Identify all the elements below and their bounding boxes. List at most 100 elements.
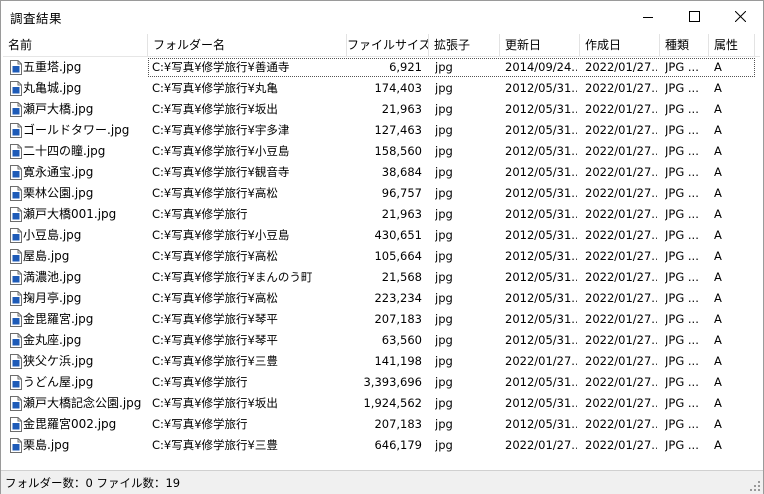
close-icon <box>734 11 746 22</box>
updated-date: 2012/05/31... <box>505 123 577 137</box>
updated-date: 2012/05/31... <box>505 312 577 326</box>
results-window: 調査結果 名前 フォルダー名 ファイルサイズ 拡張子 更新日 作成日 種類 属性… <box>0 0 764 494</box>
file-type: JPG ... <box>665 312 699 326</box>
file-extension: jpg <box>435 333 453 347</box>
table-row[interactable]: うどん屋.jpg C:¥写真¥修学旅行 3,393,696 jpg 2012/05/31… <box>3 372 760 393</box>
image-file-icon <box>10 144 22 159</box>
column-header-name[interactable]: 名前 <box>3 34 148 56</box>
created-date: 2022/01/27... <box>585 207 657 221</box>
updated-date: 2012/05/31... <box>505 165 577 179</box>
file-type: JPG ... <box>665 438 699 452</box>
file-size: 21,568 <box>381 270 422 284</box>
table-row[interactable]: ゴールドタワー.jpg C:¥写真¥修学旅行¥宇多津 127,463 jpg 2012/… <box>3 120 760 141</box>
file-extension: jpg <box>435 291 453 305</box>
title-bar[interactable]: 調査結果 <box>1 1 763 32</box>
table-row[interactable]: 屋島.jpg C:¥写真¥修学旅行¥高松 105,664 jpg 2012/05/31.… <box>3 246 760 267</box>
column-header-ext[interactable]: 拡張子 <box>429 34 500 56</box>
column-header-type[interactable]: 種類 <box>660 34 709 56</box>
file-attribute: A <box>714 186 722 200</box>
minimize-button[interactable] <box>625 1 671 32</box>
table-row[interactable]: 栗林公園.jpg C:¥写真¥修学旅行¥高松 96,757 jpg 2012/05/31… <box>3 183 760 204</box>
table-row[interactable]: 掬月亭.jpg C:¥写真¥修学旅行¥高松 223,234 jpg 2012/05/31… <box>3 288 760 309</box>
maximize-button[interactable] <box>671 1 717 32</box>
table-row[interactable]: 満濃池.jpg C:¥写真¥修学旅行¥まんのう町 21,568 jpg 2012/05/… <box>3 267 760 288</box>
updated-date: 2012/05/31... <box>505 375 577 389</box>
updated-date: 2012/05/31... <box>505 249 577 263</box>
image-file-icon <box>10 207 22 222</box>
table-row[interactable]: 小豆島.jpg C:¥写真¥修学旅行¥小豆島 430,651 jpg 2012/05/3… <box>3 225 760 246</box>
file-size: 1,924,562 <box>363 396 422 410</box>
created-date: 2022/01/27... <box>585 438 657 452</box>
table-row[interactable]: 寛永通宝.jpg C:¥写真¥修学旅行¥観音寺 38,684 jpg 2012/05/3… <box>3 162 760 183</box>
table-row[interactable]: 金毘羅宮.jpg C:¥写真¥修学旅行¥琴平 207,183 jpg 2012/05/3… <box>3 309 760 330</box>
table-row[interactable]: 瀬戸大橋001.jpg C:¥写真¥修学旅行 21,963 jpg 2012/05/31… <box>3 204 760 225</box>
file-name: 金毘羅宮002.jpg <box>23 417 117 431</box>
file-type: JPG ... <box>665 417 699 431</box>
created-date: 2022/01/27... <box>585 270 657 284</box>
created-date: 2022/01/27... <box>585 60 657 74</box>
table-row[interactable]: 瀬戸大橋.jpg C:¥写真¥修学旅行¥坂出 21,963 jpg 2012/05/31… <box>3 99 760 120</box>
file-size: 430,651 <box>374 228 422 242</box>
file-type: JPG ... <box>665 123 699 137</box>
table-row[interactable]: 金丸座.jpg C:¥写真¥修学旅行¥琴平 63,560 jpg 2012/05/31.… <box>3 330 760 351</box>
file-type: JPG ... <box>665 228 699 242</box>
table-row[interactable]: 狭父ケ浜.jpg C:¥写真¥修学旅行¥三豊 141,198 jpg 2022/01/2… <box>3 351 760 372</box>
file-extension: jpg <box>435 60 453 74</box>
file-attribute: A <box>714 312 722 326</box>
table-row[interactable]: 瀬戸大橋記念公園.jpg C:¥写真¥修学旅行¥坂出 1,924,562 jpg 201… <box>3 393 760 414</box>
column-header-attr[interactable]: 属性 <box>709 34 755 56</box>
file-size: 63,560 <box>381 333 422 347</box>
folder-path: C:¥写真¥修学旅行¥まんのう町 <box>152 270 313 284</box>
file-attribute: A <box>714 165 722 179</box>
updated-date: 2022/01/27... <box>505 438 577 452</box>
updated-date: 2022/01/27... <box>505 354 577 368</box>
file-name: 丸亀城.jpg <box>23 81 82 95</box>
close-button[interactable] <box>717 1 763 32</box>
file-name: 掬月亭.jpg <box>23 291 82 305</box>
file-extension: jpg <box>435 249 453 263</box>
file-size: 223,234 <box>374 291 422 305</box>
image-file-icon <box>10 249 22 264</box>
updated-date: 2012/05/31... <box>505 333 577 347</box>
file-extension: jpg <box>435 417 453 431</box>
file-type: JPG ... <box>665 60 699 74</box>
resize-grip-icon[interactable] <box>749 480 761 492</box>
updated-date: 2012/05/31... <box>505 186 577 200</box>
image-file-icon <box>10 333 22 348</box>
column-header-created[interactable]: 作成日 <box>580 34 660 56</box>
window-title: 調査結果 <box>10 11 63 26</box>
image-file-icon <box>10 81 22 96</box>
column-header-folder[interactable]: フォルダー名 <box>148 34 347 56</box>
folder-path: C:¥写真¥修学旅行¥坂出 <box>152 396 278 410</box>
created-date: 2022/01/27... <box>585 291 657 305</box>
created-date: 2022/01/27... <box>585 81 657 95</box>
table-row[interactable]: 二十四の瞳.jpg C:¥写真¥修学旅行¥小豆島 158,560 jpg 2012/05… <box>3 141 760 162</box>
folder-path: C:¥写真¥修学旅行¥宇多津 <box>152 123 290 137</box>
image-file-icon <box>10 291 22 306</box>
table-row[interactable]: 金毘羅宮002.jpg C:¥写真¥修学旅行 207,183 jpg 2012/05/3… <box>3 414 760 435</box>
table-row[interactable]: 丸亀城.jpg C:¥写真¥修学旅行¥丸亀 174,403 jpg 2012/05/31… <box>3 78 760 99</box>
table-row[interactable]: 栗島.jpg C:¥写真¥修学旅行¥三豊 646,179 jpg 2022/01/27.… <box>3 435 760 456</box>
file-name: うどん屋.jpg <box>23 375 94 389</box>
file-name: 金毘羅宮.jpg <box>23 312 94 326</box>
folder-path: C:¥写真¥修学旅行¥坂出 <box>152 102 278 116</box>
created-date: 2022/01/27... <box>585 165 657 179</box>
image-file-icon <box>10 438 22 453</box>
image-file-icon <box>10 186 22 201</box>
folder-path: C:¥写真¥修学旅行¥琴平 <box>152 312 278 326</box>
image-file-icon <box>10 123 22 138</box>
file-attribute: A <box>714 354 722 368</box>
folder-path: C:¥写真¥修学旅行¥高松 <box>152 291 278 305</box>
created-date: 2022/01/27... <box>585 354 657 368</box>
file-extension: jpg <box>435 165 453 179</box>
file-extension: jpg <box>435 438 453 452</box>
column-header-size[interactable]: ファイルサイズ <box>347 34 429 56</box>
table-row[interactable]: 五重塔.jpg C:¥写真¥修学旅行¥善通寺 6,921 jpg 2014/09/24.… <box>3 57 760 78</box>
image-file-icon <box>10 270 22 285</box>
file-attribute: A <box>714 144 722 158</box>
file-attribute: A <box>714 438 722 452</box>
created-date: 2022/01/27... <box>585 333 657 347</box>
file-size: 38,684 <box>381 165 422 179</box>
column-header-updated[interactable]: 更新日 <box>500 34 580 56</box>
results-list[interactable]: 名前 フォルダー名 ファイルサイズ 拡張子 更新日 作成日 種類 属性 五重塔.… <box>3 34 760 467</box>
